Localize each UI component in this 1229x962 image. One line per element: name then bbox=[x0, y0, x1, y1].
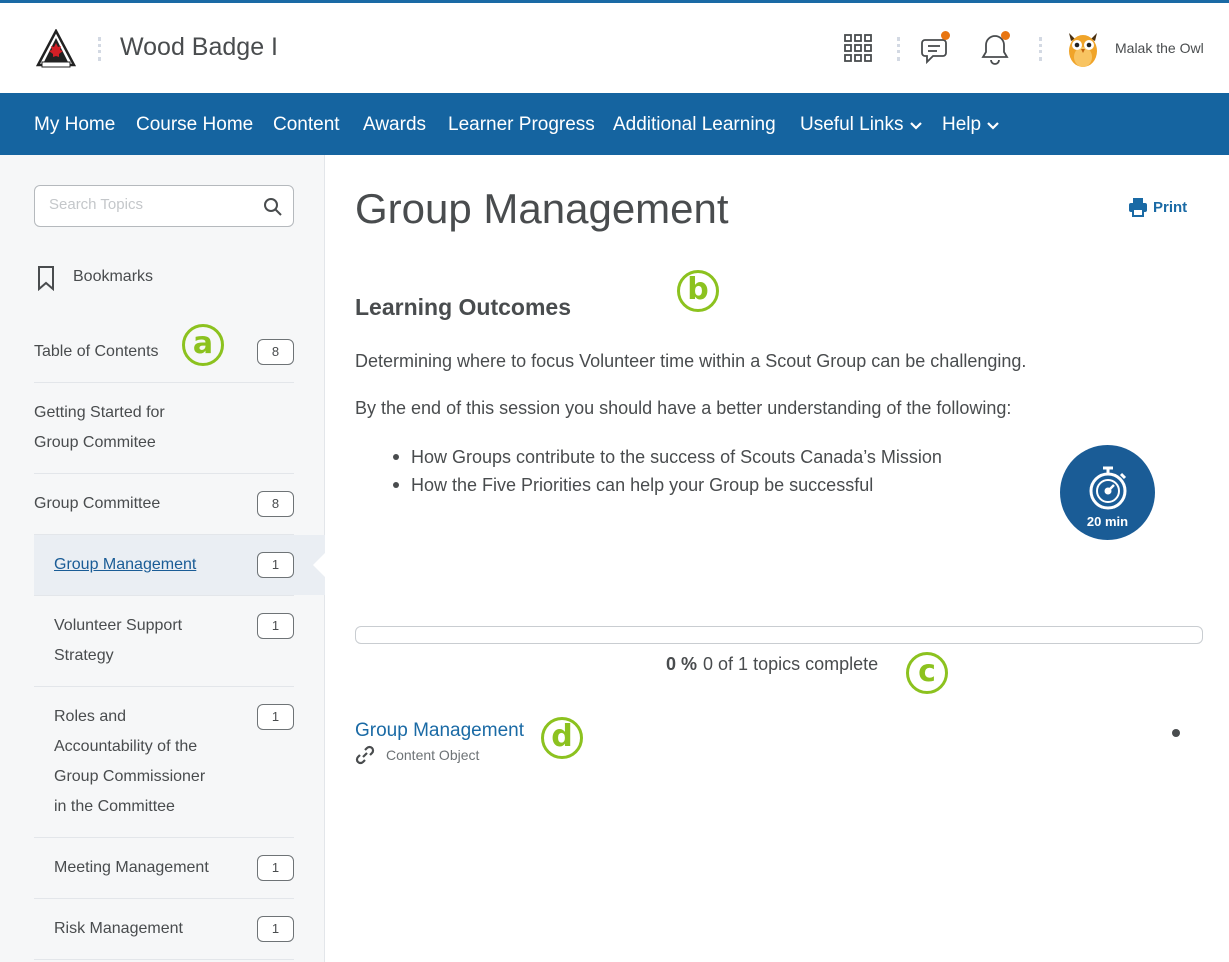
section-heading: Learning Outcomes bbox=[355, 294, 571, 320]
search-icon[interactable] bbox=[263, 197, 283, 222]
app-grid-icon[interactable] bbox=[844, 34, 872, 67]
nav-useful-links-label: Useful Links bbox=[800, 114, 904, 136]
nav-help[interactable]: Help bbox=[942, 114, 999, 136]
list-item: How the Five Priorities can help your Gr… bbox=[393, 471, 942, 499]
bookmark-icon[interactable] bbox=[36, 265, 56, 296]
toc-label: Volunteer Support Strategy bbox=[54, 617, 183, 664]
intro-paragraph: Determining where to focus Volunteer tim… bbox=[355, 351, 1027, 371]
list-item: How Groups contribute to the success of … bbox=[393, 443, 942, 471]
annotation-marker-d: d bbox=[541, 717, 583, 759]
toc-count-badge: 1 bbox=[257, 704, 294, 730]
nav-my-home[interactable]: My Home bbox=[34, 114, 115, 136]
toc-volunteer-support-strategy[interactable]: Volunteer Support Strategy 1 bbox=[34, 596, 294, 687]
progress-count: 0 of 1 topics complete bbox=[703, 654, 879, 674]
annotation-marker-b: b bbox=[677, 270, 719, 312]
nav-help-label: Help bbox=[942, 114, 982, 136]
nav-additional-learning[interactable]: Additional Learning bbox=[613, 114, 776, 136]
toc-label: Roles and Accountability of the Group Co… bbox=[54, 708, 206, 815]
toc-count-badge: 8 bbox=[257, 339, 294, 365]
annotation-marker-a: a bbox=[182, 324, 224, 366]
toc-label: Group Committee bbox=[34, 495, 161, 512]
topic-type: Content Object bbox=[386, 747, 480, 763]
toc-count-badge: 1 bbox=[257, 855, 294, 881]
toc-group-committee[interactable]: Group Committee 8 bbox=[34, 474, 294, 535]
chevron-down-icon bbox=[987, 114, 999, 136]
toc-count-badge: 1 bbox=[257, 613, 294, 639]
nav-content[interactable]: Content bbox=[273, 114, 340, 136]
topic-link-group-management[interactable]: Group Management bbox=[355, 720, 524, 742]
print-button[interactable]: Print bbox=[1153, 199, 1187, 216]
progress-bar bbox=[355, 626, 1203, 644]
toc-label: Risk Management bbox=[54, 920, 183, 937]
course-title[interactable]: Wood Badge I bbox=[120, 33, 278, 62]
toc-label: Table of Contents bbox=[34, 343, 159, 360]
duration-badge: 20 min bbox=[1060, 445, 1155, 540]
progress-percent: 0 % bbox=[666, 654, 698, 674]
header-separator bbox=[98, 37, 101, 61]
toc-label: Getting Started for Group Commitee bbox=[34, 404, 165, 451]
unread-dot-icon bbox=[1172, 729, 1180, 737]
toc-meeting-management[interactable]: Meeting Management 1 bbox=[34, 838, 294, 899]
toc-roles-and-accountability[interactable]: Roles and Accountability of the Group Co… bbox=[34, 687, 294, 838]
toc-count-badge: 1 bbox=[257, 552, 294, 578]
header-separator bbox=[897, 37, 900, 61]
toc-count-badge: 1 bbox=[257, 916, 294, 942]
printer-icon[interactable] bbox=[1128, 197, 1148, 222]
toc-table-of-contents[interactable]: Table of Contents 8 bbox=[34, 321, 294, 383]
nav-awards[interactable]: Awards bbox=[363, 114, 426, 136]
header: Wood Badge I Malak the Owl bbox=[0, 3, 1229, 93]
search-box bbox=[34, 185, 294, 227]
nav-learner-progress[interactable]: Learner Progress bbox=[448, 114, 595, 136]
scouts-canada-logo[interactable] bbox=[35, 28, 77, 69]
toc-label: Meeting Management bbox=[54, 859, 209, 876]
progress-summary: 0 % 0 of 1 topics complete bbox=[666, 654, 878, 675]
messages-alert-dot bbox=[941, 31, 950, 40]
active-item-pointer bbox=[313, 553, 325, 577]
toc-group-management[interactable]: Group Management 1 bbox=[34, 535, 294, 596]
toc-getting-started[interactable]: Getting Started for Group Commitee bbox=[34, 383, 294, 474]
duration-label: 20 min bbox=[1086, 514, 1129, 529]
outcomes-paragraph: By the end of this session you should ha… bbox=[355, 398, 1012, 418]
chevron-down-icon bbox=[909, 114, 922, 136]
search-input[interactable] bbox=[49, 196, 249, 213]
notifications-alert-dot bbox=[1001, 31, 1010, 40]
page-title: Group Management bbox=[355, 185, 729, 232]
nav-course-home[interactable]: Course Home bbox=[136, 114, 253, 136]
stopwatch-icon bbox=[1089, 466, 1127, 510]
owl-avatar-icon[interactable] bbox=[1065, 27, 1101, 69]
main-navbar: My Home Course Home Content Awards Learn… bbox=[0, 93, 1229, 155]
user-name[interactable]: Malak the Owl bbox=[1115, 40, 1204, 56]
header-separator bbox=[1039, 37, 1042, 61]
toc-label: Group Management bbox=[54, 556, 197, 573]
sidebar: Bookmarks Table of Contents 8 Getting St… bbox=[0, 155, 325, 962]
toc-count-badge: 8 bbox=[257, 491, 294, 517]
nav-useful-links[interactable]: Useful Links bbox=[800, 114, 922, 136]
bookmarks-link[interactable]: Bookmarks bbox=[73, 268, 153, 286]
annotation-marker-c: c bbox=[906, 652, 948, 694]
toc-risk-management[interactable]: Risk Management 1 bbox=[34, 899, 294, 960]
link-icon bbox=[355, 745, 375, 770]
outcomes-list: How Groups contribute to the success of … bbox=[393, 443, 942, 499]
